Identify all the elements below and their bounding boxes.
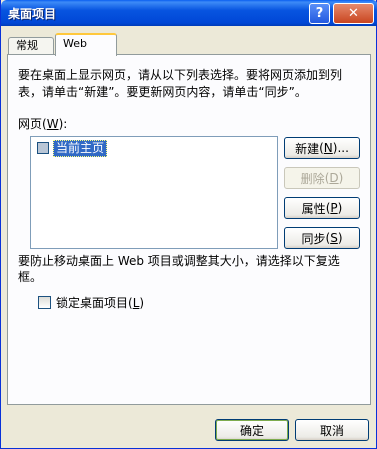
delete-button[interactable]: 删除(D) — [284, 167, 360, 189]
list-item-label: 当前主页 — [53, 139, 108, 157]
tab-web[interactable]: Web — [55, 33, 117, 56]
window-title: 桌面项目 — [8, 7, 57, 21]
help-icon: ? — [315, 6, 324, 21]
lock-checkbox[interactable] — [38, 296, 51, 309]
new-button[interactable]: 新建(N)... — [284, 137, 360, 159]
tab-panel-web: 要在桌面上显示网页，请从以下列表选择。要将网页添加到列表，请单击“新建”。要更新… — [7, 54, 371, 405]
dialog-window: 桌面项目 ? ✕ 常规 Web 要在桌面上显示网页，请从以下列表选择。要将网页添… — [0, 0, 377, 449]
item-checkbox[interactable] — [37, 142, 49, 154]
hint-text: 要防止移动桌面上 Web 项目或调整其大小，请选择以下复选框。 — [18, 254, 340, 284]
webpages-list[interactable]: 当前主页 — [30, 136, 278, 249]
close-icon: ✕ — [348, 6, 359, 21]
tab-general[interactable]: 常规 — [8, 37, 54, 55]
description-text: 要在桌面上显示网页，请从以下列表选择。要将网页添加到列表，请单击“新建”。要更新… — [18, 68, 343, 99]
webpages-label: 网页(W): — [18, 117, 68, 131]
list-item[interactable]: 当前主页 — [37, 139, 108, 157]
lock-items-option[interactable]: 锁定桌面项目(L) — [38, 294, 144, 311]
ok-button[interactable]: 确定 — [215, 419, 289, 441]
cancel-button[interactable]: 取消 — [295, 419, 369, 441]
sync-button[interactable]: 同步(S) — [284, 227, 360, 249]
help-button[interactable]: ? — [309, 3, 330, 24]
title-bar[interactable]: 桌面项目 ? ✕ — [1, 0, 377, 26]
properties-button[interactable]: 属性(P) — [284, 197, 360, 219]
lock-label: 锁定桌面项目(L) — [56, 296, 145, 310]
close-button[interactable]: ✕ — [333, 3, 374, 24]
